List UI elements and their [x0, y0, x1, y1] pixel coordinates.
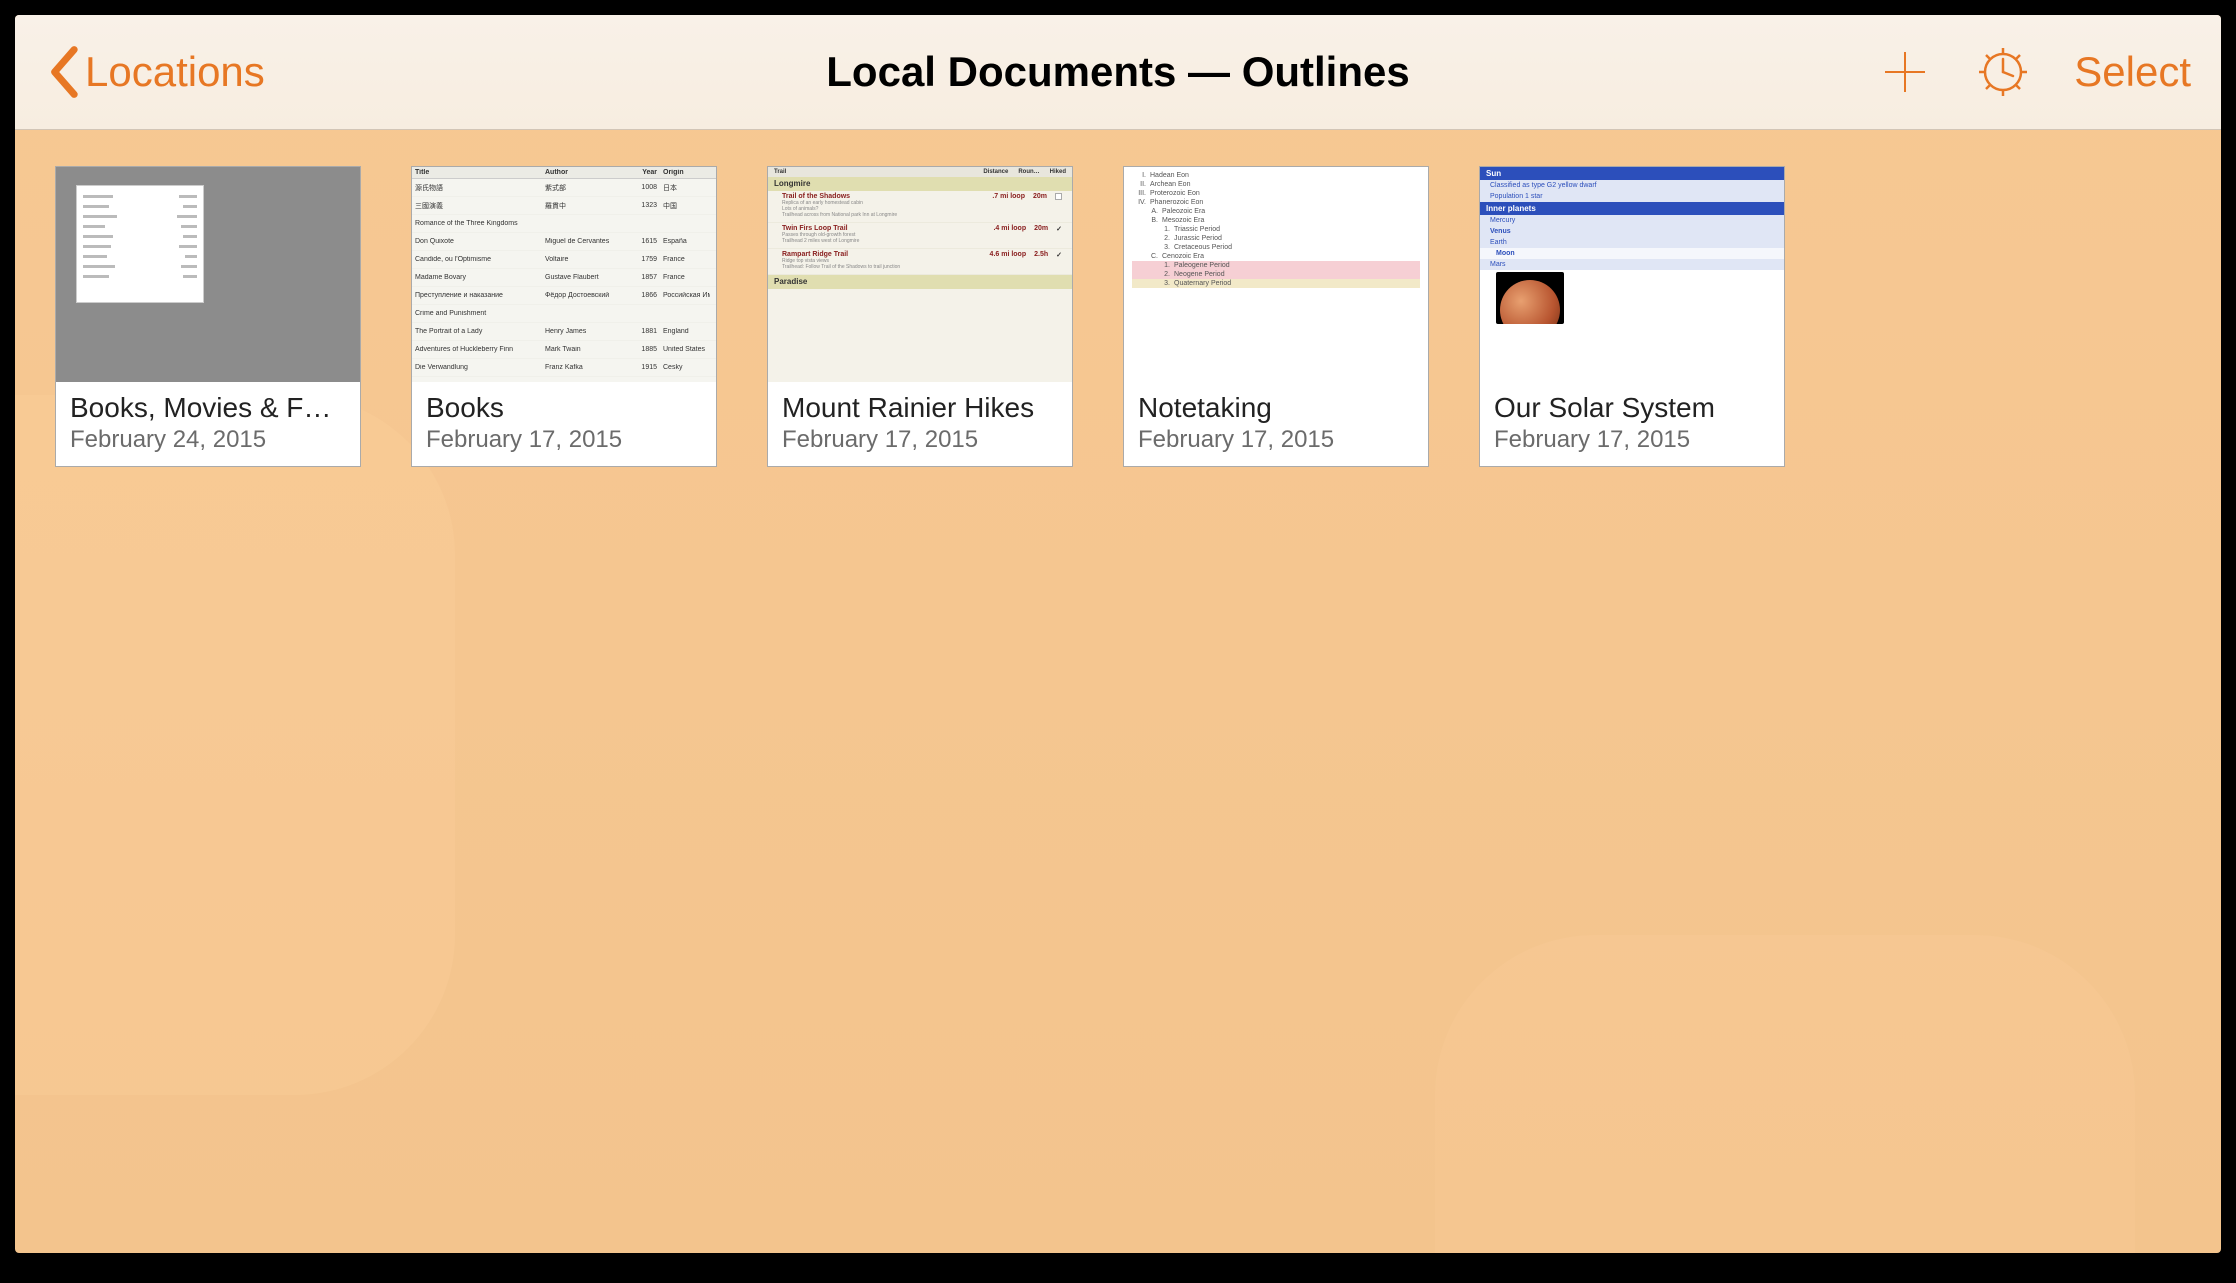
document-thumbnail	[56, 167, 360, 382]
document-meta: Our Solar System February 17, 2015	[1480, 382, 1784, 466]
document-thumbnail: I.Hadean EonII.Archean EonIII.Proterozoi…	[1124, 167, 1428, 382]
select-button[interactable]: Select	[2074, 48, 2191, 96]
document-card[interactable]: Title Author Year Origin 源氏物語紫式部1008日本三國…	[411, 166, 717, 467]
document-card[interactable]: I.Hadean EonII.Archean EonIII.Proterozoi…	[1123, 166, 1429, 467]
gear-icon	[1977, 46, 2029, 98]
back-label: Locations	[85, 48, 265, 96]
document-thumbnail: Title Author Year Origin 源氏物語紫式部1008日本三國…	[412, 167, 716, 382]
document-title: Books, Movies & F…	[70, 392, 346, 424]
document-meta: Books February 17, 2015	[412, 382, 716, 466]
nav-right: Select	[1878, 45, 2191, 99]
document-meta: Books, Movies & F… February 24, 2015	[56, 382, 360, 466]
settings-button[interactable]	[1976, 45, 2030, 99]
document-grid: Books, Movies & F… February 24, 2015 Tit…	[15, 130, 2221, 503]
document-card[interactable]: Books, Movies & F… February 24, 2015	[55, 166, 361, 467]
back-button[interactable]: Locations	[45, 44, 265, 100]
document-title: Notetaking	[1138, 392, 1414, 424]
document-date: February 17, 2015	[1494, 426, 1770, 454]
chevron-left-icon	[45, 44, 81, 100]
document-card[interactable]: Sun Classified as type G2 yellow dwarf P…	[1479, 166, 1785, 467]
navbar: Locations Local Documents — Outlines	[15, 15, 2221, 130]
document-meta: Notetaking February 17, 2015	[1124, 382, 1428, 466]
document-title: Our Solar System	[1494, 392, 1770, 424]
mars-image	[1496, 272, 1564, 324]
plus-icon	[1879, 46, 1931, 98]
document-title: Mount Rainier Hikes	[782, 392, 1058, 424]
add-button[interactable]	[1878, 45, 1932, 99]
document-card[interactable]: Trail Distance Roun… Hiked Longmire Trai…	[767, 166, 1073, 467]
document-date: February 24, 2015	[70, 426, 346, 454]
document-thumbnail: Trail Distance Roun… Hiked Longmire Trai…	[768, 167, 1072, 382]
page-title: Local Documents — Outlines	[826, 48, 1409, 96]
document-date: February 17, 2015	[1138, 426, 1414, 454]
document-date: February 17, 2015	[782, 426, 1058, 454]
document-title: Books	[426, 392, 702, 424]
document-date: February 17, 2015	[426, 426, 702, 454]
document-thumbnail: Sun Classified as type G2 yellow dwarf P…	[1480, 167, 1784, 382]
document-meta: Mount Rainier Hikes February 17, 2015	[768, 382, 1072, 466]
